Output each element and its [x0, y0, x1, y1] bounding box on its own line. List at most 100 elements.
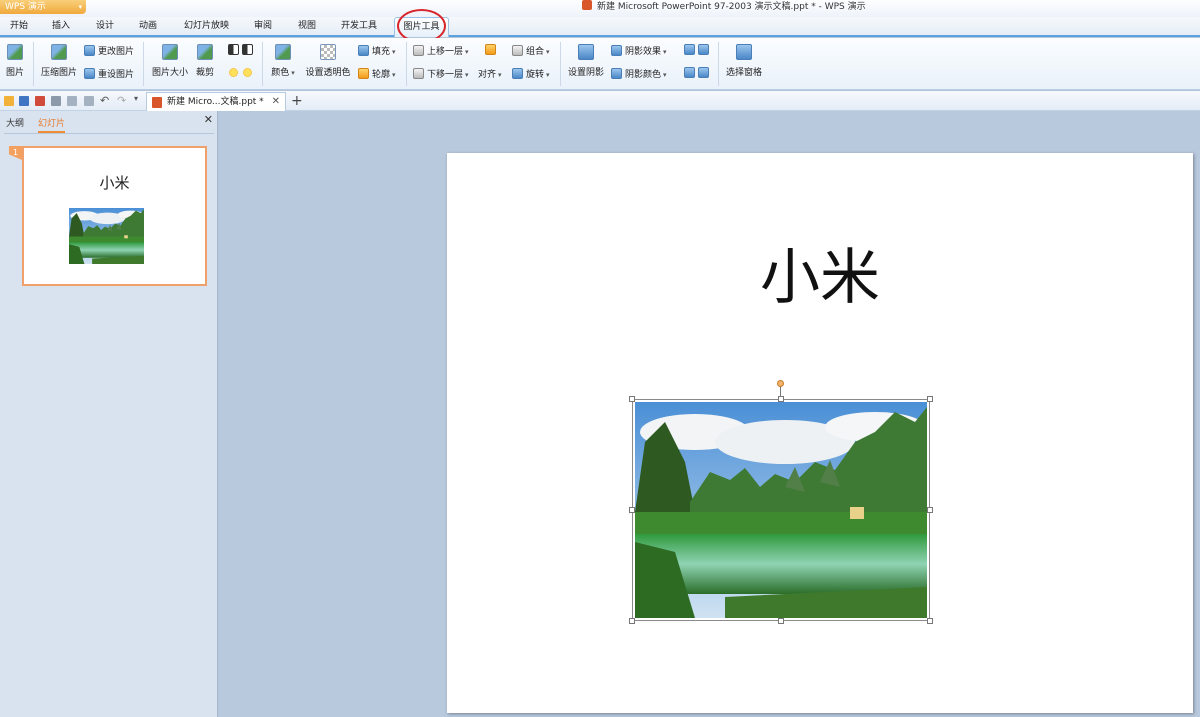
compress-picture-button[interactable]: 压缩图片 — [39, 44, 79, 78]
resize-handle-e[interactable] — [927, 507, 933, 513]
ribbon-separator — [718, 42, 719, 86]
tab-developer[interactable]: 开发工具 — [336, 17, 382, 37]
outline-button[interactable]: 轮廓 ▾ — [358, 67, 396, 80]
crop-button[interactable]: 裁剪 — [195, 44, 215, 78]
shadow-nudge-up-buttons[interactable] — [684, 44, 712, 56]
tab-review[interactable]: 审阅 — [248, 17, 278, 37]
nudge-shadow-icon[interactable] — [684, 44, 695, 55]
tab-insert[interactable]: 插入 — [46, 17, 76, 37]
thumbnail-image — [69, 208, 144, 264]
ribbon-separator — [143, 42, 144, 86]
change-picture-label: 更改图片 — [98, 47, 135, 57]
group-icon — [512, 45, 523, 56]
selection-pane-icon — [736, 44, 752, 60]
rotate-button[interactable]: 旋转 ▾ — [512, 67, 550, 80]
increase-contrast-icon[interactable] — [228, 44, 239, 55]
set-transparent-label: 设置透明色 — [305, 68, 351, 78]
picture-size-icon — [162, 44, 178, 60]
resize-handle-ne[interactable] — [927, 396, 933, 402]
rotate-handle[interactable] — [777, 380, 784, 387]
picture-size-label: 图片大小 — [151, 68, 188, 78]
redo-icon[interactable]: ↷ — [117, 94, 127, 107]
insert-picture-button[interactable]: 图片 — [5, 44, 25, 78]
resize-handle-sw[interactable] — [629, 618, 635, 624]
crop-label: 裁剪 — [195, 68, 214, 78]
save-icon[interactable] — [19, 96, 29, 106]
change-picture-button[interactable]: 更改图片 — [84, 44, 134, 57]
resize-handle-nw[interactable] — [629, 396, 635, 402]
slide-number-badge: 1 — [9, 146, 22, 160]
fill-button[interactable]: 填充 ▾ — [358, 44, 396, 57]
undo-icon[interactable]: ↶ — [100, 94, 110, 107]
tab-slideshow[interactable]: 幻灯片放映 — [179, 17, 234, 37]
close-icon[interactable]: ✕ — [272, 93, 280, 111]
nudge-shadow-icon[interactable] — [698, 44, 709, 55]
rotate-icon — [512, 68, 523, 79]
selection-pane-button[interactable]: 选择窗格 — [724, 44, 764, 78]
group-label: 组合 — [526, 47, 545, 57]
customize-toolbar-icon[interactable]: ▾ — [134, 94, 144, 104]
resize-handle-n[interactable] — [778, 396, 784, 402]
window-title-text: 新建 Microsoft PowerPoint 97-2003 演示文稿.ppt… — [597, 2, 866, 12]
tab-slides[interactable]: 幻灯片 — [38, 116, 66, 133]
reset-picture-button[interactable]: 重设图片 — [84, 67, 134, 80]
copy-icon[interactable] — [84, 96, 94, 106]
resize-handle-s[interactable] — [778, 618, 784, 624]
document-tab[interactable]: 新建 Micro...文稿.ppt * ✕ — [146, 92, 286, 111]
app-menu-label: WPS 演示 — [5, 2, 46, 12]
dropdown-arrow-icon: ▾ — [392, 71, 396, 79]
print-icon[interactable] — [51, 96, 61, 106]
transparent-color-icon — [320, 44, 336, 60]
slides-pane-tabs: 大纲 幻灯片 ✕ — [0, 111, 218, 133]
export-pdf-icon[interactable] — [35, 96, 45, 106]
close-icon[interactable]: ✕ — [204, 113, 213, 126]
dropdown-arrow-icon: ▾ — [291, 69, 295, 77]
contrast-buttons[interactable] — [228, 44, 256, 56]
selected-picture[interactable] — [629, 380, 933, 624]
align-button[interactable]: 对齐 ▾ — [478, 67, 502, 80]
document-tab-label: 新建 Micro...文稿.ppt * — [167, 97, 264, 107]
shadow-color-label: 阴影颜色 — [625, 70, 662, 80]
resize-handle-w[interactable] — [629, 507, 635, 513]
brightness-buttons[interactable] — [228, 67, 256, 79]
group-button[interactable]: 组合 ▾ — [512, 44, 550, 57]
send-backward-button[interactable]: 下移一层 ▾ — [413, 67, 469, 80]
picture-size-button[interactable]: 图片大小 — [150, 44, 190, 78]
open-icon[interactable] — [4, 96, 14, 106]
shadow-nudge-down-buttons[interactable] — [684, 67, 712, 79]
align-top-button[interactable] — [485, 44, 499, 56]
slide-thumbnail[interactable]: 小米 — [22, 146, 207, 286]
new-tab-icon[interactable]: + — [291, 91, 303, 111]
ribbon-separator — [262, 42, 263, 86]
decrease-brightness-icon[interactable] — [242, 67, 253, 78]
set-shadow-button[interactable]: 设置阴影 — [567, 44, 605, 78]
shadow-color-button[interactable]: 阴影颜色 ▾ — [611, 67, 667, 80]
ppt-file-icon — [582, 0, 592, 10]
tab-animation[interactable]: 动画 — [133, 17, 163, 37]
slide[interactable]: 小米 — [447, 153, 1193, 713]
increase-brightness-icon[interactable] — [228, 67, 239, 78]
tab-design[interactable]: 设计 — [90, 17, 120, 37]
change-picture-icon — [84, 45, 95, 56]
shadow-effect-button[interactable]: 阴影效果 ▾ — [611, 44, 667, 57]
ribbon-tab-row: 开始 插入 设计 动画 幻灯片放映 审阅 视图 开发工具 图片工具 — [0, 17, 1200, 37]
reset-picture-label: 重设图片 — [98, 70, 135, 80]
set-transparent-color-button[interactable]: 设置透明色 — [304, 44, 352, 78]
picture-icon — [7, 44, 23, 60]
print-preview-icon[interactable] — [67, 96, 77, 106]
nudge-shadow-icon[interactable] — [684, 67, 695, 78]
decrease-contrast-icon[interactable] — [242, 44, 253, 55]
slide-title[interactable]: 小米 — [447, 248, 1193, 308]
tab-outline[interactable]: 大纲 — [6, 116, 24, 129]
wps-app-menu-button[interactable]: WPS 演示 ▾ — [0, 0, 86, 14]
tab-home[interactable]: 开始 — [4, 17, 34, 37]
nudge-shadow-icon[interactable] — [698, 67, 709, 78]
outline-label: 轮廓 — [372, 70, 391, 80]
bring-forward-icon — [413, 45, 424, 56]
selection-border — [632, 399, 930, 621]
tab-view[interactable]: 视图 — [292, 17, 322, 37]
color-button[interactable]: 颜色 ▾ — [268, 44, 298, 78]
bring-forward-button[interactable]: 上移一层 ▾ — [413, 44, 469, 57]
send-backward-label: 下移一层 — [427, 70, 464, 80]
resize-handle-se[interactable] — [927, 618, 933, 624]
